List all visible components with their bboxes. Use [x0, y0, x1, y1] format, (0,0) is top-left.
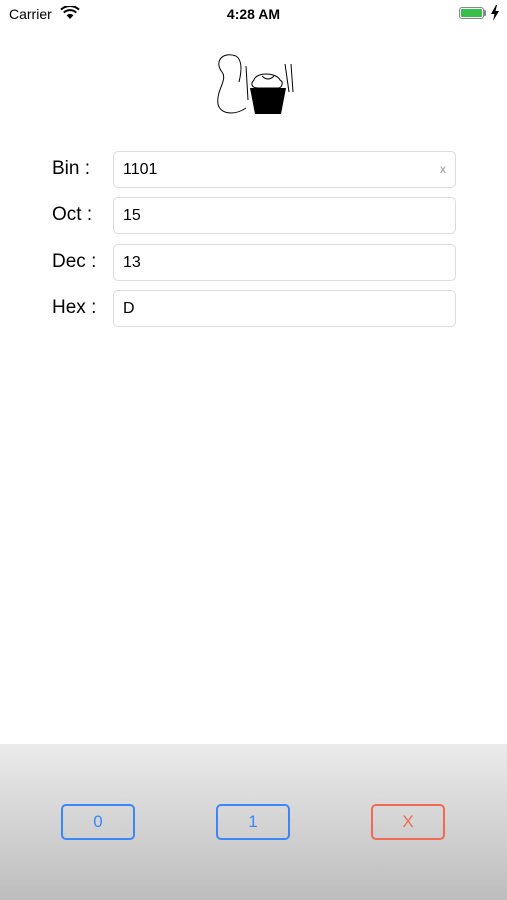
oct-input[interactable]: [113, 197, 456, 234]
charging-bolt-icon: [491, 5, 499, 21]
oct-row: Oct :: [0, 197, 507, 234]
zero-key-button[interactable]: 0: [61, 804, 135, 840]
hex-label: Hex :: [52, 297, 97, 318]
status-bar: Carrier 4:28 AM: [0, 0, 507, 28]
oct-label: Oct :: [52, 204, 93, 225]
clear-key-button[interactable]: X: [371, 804, 445, 840]
dec-label: Dec :: [52, 251, 97, 272]
app-logo-icon: [217, 54, 294, 114]
hex-input[interactable]: [113, 290, 456, 327]
status-time: 4:28 AM: [226, 6, 281, 22]
bin-row: Bin : x: [0, 151, 507, 188]
hex-row: Hex :: [0, 290, 507, 327]
bin-input[interactable]: [113, 151, 456, 188]
battery-icon: [459, 7, 484, 19]
battery-cap: [484, 10, 486, 16]
dec-row: Dec :: [0, 244, 507, 281]
bin-clear-button[interactable]: x: [440, 162, 446, 176]
battery-level-fill: [461, 9, 482, 17]
bin-label: Bin :: [52, 158, 91, 179]
binary-keypad: 0 1 X: [0, 744, 507, 900]
one-key-button[interactable]: 1: [216, 804, 290, 840]
dec-input[interactable]: [113, 244, 456, 281]
